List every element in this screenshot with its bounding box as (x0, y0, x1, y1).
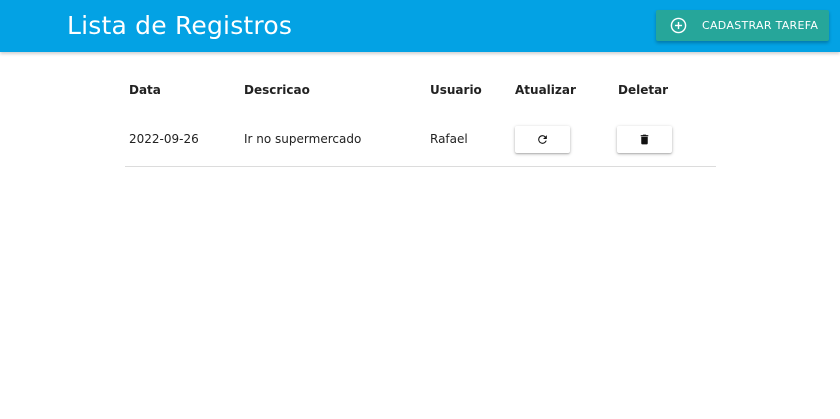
trash-icon (640, 134, 649, 145)
row-divider (125, 166, 716, 167)
refresh-icon (538, 135, 547, 144)
delete-button[interactable] (617, 126, 672, 153)
column-header-deletar: Deletar (618, 83, 669, 97)
cell-descricao: Ir no supermercado (244, 132, 362, 146)
cell-usuario: Rafael (430, 132, 468, 146)
column-header-data: Data (129, 83, 161, 97)
page-title: Lista de Registros (67, 11, 293, 40)
update-button[interactable] (515, 126, 570, 153)
plus-circle-icon (670, 17, 687, 34)
app-bar: Lista de Registros CADASTRAR TAREFA (0, 0, 840, 52)
column-header-atualizar: Atualizar (515, 83, 576, 97)
column-header-descricao: Descricao (244, 83, 310, 97)
column-header-usuario: Usuario (430, 83, 482, 97)
add-task-button-label: CADASTRAR TAREFA (702, 19, 819, 32)
add-task-button[interactable]: CADASTRAR TAREFA (656, 10, 829, 41)
cell-data: 2022-09-26 (129, 132, 199, 146)
